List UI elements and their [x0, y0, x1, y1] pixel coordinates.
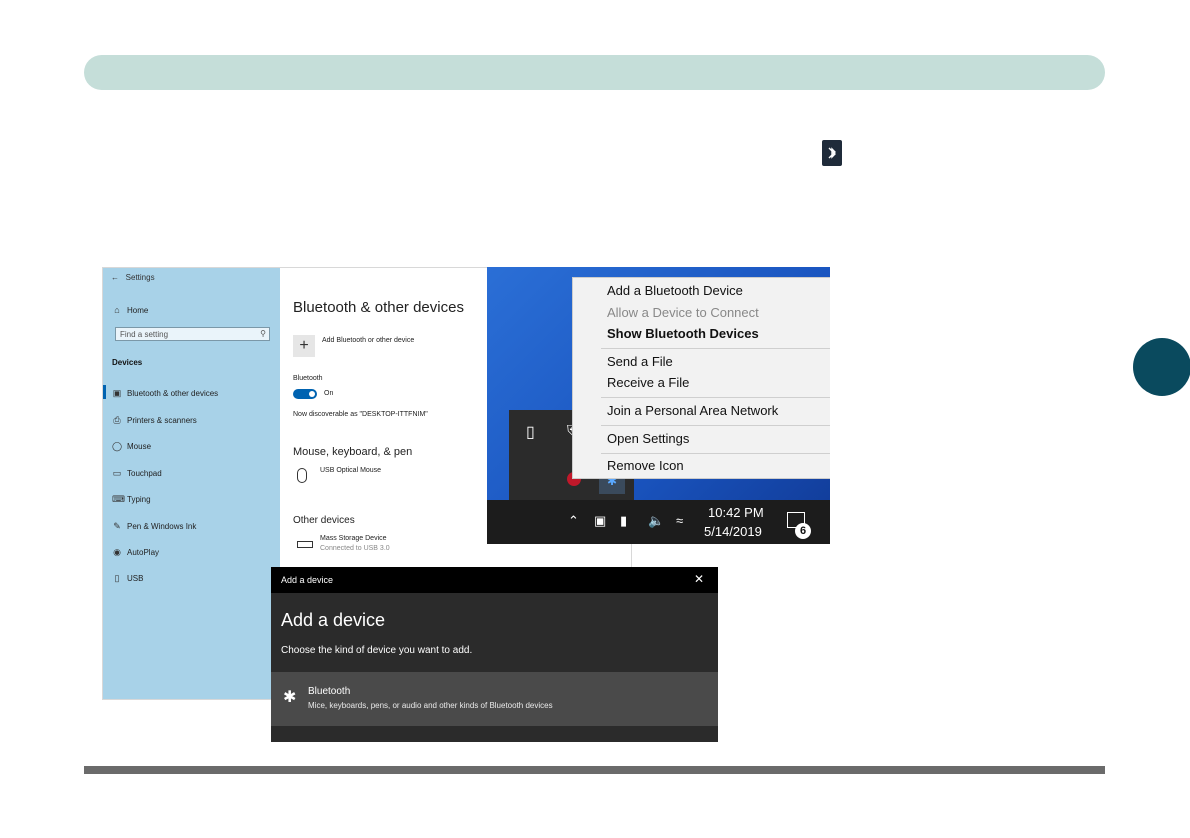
option-description: Mice, keyboards, pens, or audio and othe…	[308, 701, 553, 710]
network-adapter-icon[interactable]: ▣	[594, 513, 606, 529]
bluetooth-context-menu: Add a Bluetooth Device Allow a Device to…	[572, 277, 830, 479]
menu-separator	[601, 453, 830, 454]
mouse-device-name[interactable]: USB Optical Mouse	[320, 467, 381, 474]
printer-icon: ⎙	[113, 415, 121, 425]
dialog-bar-title: Add a device	[281, 575, 334, 585]
keyboard-icon: ⌨	[112, 494, 125, 504]
sidebar-item-label: Home	[127, 305, 149, 315]
sidebar-item-label: Bluetooth & other devices	[127, 389, 219, 398]
bluetooth-toggle[interactable]	[293, 389, 317, 399]
bluetooth-icon	[822, 140, 842, 166]
sidebar-item-label: USB	[127, 574, 144, 583]
menu-item-remove-icon[interactable]: Remove Icon	[607, 458, 684, 473]
settings-window-title: Settings	[125, 273, 155, 282]
sidebar-item-mouse[interactable]: ◯ Mouse	[112, 441, 151, 452]
dialog-title: Add a device	[281, 610, 386, 630]
back-arrow-icon[interactable]: ←	[111, 273, 119, 282]
usb-tray-icon[interactable]: ▯	[526, 422, 535, 442]
add-device-button[interactable]: +	[293, 335, 315, 357]
mouse-section-title: Mouse, keyboard, & pen	[293, 446, 413, 458]
menu-item-receive-file[interactable]: Receive a File	[607, 375, 689, 390]
touchpad-icon: ▭	[112, 468, 122, 478]
storage-device-status: Connected to USB 3.0	[320, 545, 390, 552]
discoverable-text: Now discoverable as "DESKTOP-ITTFNIM"	[293, 411, 428, 418]
sidebar-item-label: Touchpad	[127, 469, 162, 478]
dialog-subtitle: Choose the kind of device you want to ad…	[281, 645, 473, 656]
bluetooth-devices-icon: ▣	[112, 388, 122, 398]
sidebar-item-touchpad[interactable]: ▭ Touchpad	[112, 468, 162, 479]
mouse-device-icon	[297, 468, 307, 483]
clock-time[interactable]: 10:42 PM	[708, 505, 764, 520]
pen-icon: ✎	[113, 521, 121, 531]
taskbar: ⌃ ▣ ▮ 🔈 ≈ 10:42 PM 5/14/2019 6	[487, 500, 830, 544]
page-title: Bluetooth & other devices	[293, 299, 464, 316]
sidebar-item-label: Printers & scanners	[127, 416, 197, 425]
sidebar-item-label: Pen & Windows Ink	[127, 522, 197, 531]
usb-icon: ▯	[114, 573, 120, 583]
storage-device-name[interactable]: Mass Storage Device	[320, 535, 387, 542]
bluetooth-label: Bluetooth	[293, 375, 323, 382]
footer-rule	[84, 766, 1105, 774]
menu-separator	[601, 348, 830, 349]
volume-icon[interactable]: 🔈	[648, 513, 664, 529]
search-placeholder: Find a setting	[120, 330, 169, 339]
autoplay-icon: ◉	[113, 547, 121, 557]
active-item-indicator	[103, 385, 106, 399]
menu-item-show-bluetooth-devices[interactable]: Show Bluetooth Devices	[607, 326, 759, 341]
bluetooth-option[interactable]: ✱ Bluetooth Mice, keyboards, pens, or au…	[271, 672, 718, 726]
sidebar-item-label: AutoPlay	[127, 548, 160, 557]
sidebar-item-bluetooth[interactable]: ▣ Bluetooth & other devices	[112, 388, 218, 399]
add-device-dialog: Add a device ✕ Add a device Choose the k…	[271, 567, 718, 742]
dialog-title-bar: Add a device ✕	[271, 567, 718, 593]
clock-date[interactable]: 5/14/2019	[704, 524, 762, 539]
other-section-title: Other devices	[293, 515, 355, 526]
chevron-up-icon[interactable]: ⌃	[568, 513, 579, 529]
sidebar-item-label: Typing	[127, 495, 151, 504]
chapter-tab	[1133, 338, 1190, 396]
sidebar-item-autoplay[interactable]: ◉ AutoPlay	[112, 547, 159, 558]
search-icon: ⚲	[260, 329, 266, 338]
battery-icon[interactable]: ▮	[620, 513, 627, 529]
close-icon[interactable]: ✕	[694, 572, 704, 586]
settings-title-bar: ← Settings	[111, 273, 155, 282]
bluetooth-icon: ✱	[283, 689, 297, 706]
menu-item-add-bluetooth-device[interactable]: Add a Bluetooth Device	[607, 283, 743, 298]
home-icon: ⌂	[114, 305, 120, 315]
settings-sidebar: ← Settings ⌂ Home Find a setting ⚲ Devic…	[103, 268, 280, 699]
menu-item-allow-device-connect: Allow a Device to Connect	[607, 305, 759, 320]
storage-device-icon	[297, 541, 313, 548]
option-title: Bluetooth	[308, 686, 351, 697]
toggle-state: On	[324, 390, 334, 397]
menu-item-open-settings[interactable]: Open Settings	[607, 431, 689, 446]
page-header-bar	[84, 55, 1105, 90]
search-input[interactable]: Find a setting ⚲	[115, 327, 270, 341]
sidebar-item-pen[interactable]: ✎ Pen & Windows Ink	[112, 521, 196, 532]
wifi-icon[interactable]: ≈	[676, 513, 683, 528]
sidebar-item-printers[interactable]: ⎙ Printers & scanners	[112, 415, 197, 426]
menu-separator	[601, 425, 830, 426]
notification-badge: 6	[795, 523, 811, 539]
sidebar-item-label: Mouse	[127, 442, 152, 451]
sidebar-item-home[interactable]: ⌂ Home	[112, 305, 148, 315]
menu-item-join-pan[interactable]: Join a Personal Area Network	[607, 403, 778, 418]
menu-separator	[601, 397, 830, 398]
sidebar-category: Devices	[112, 358, 143, 367]
sidebar-item-usb[interactable]: ▯ USB	[112, 573, 144, 584]
plus-icon: +	[299, 337, 309, 354]
menu-item-send-file[interactable]: Send a File	[607, 354, 673, 369]
sidebar-item-typing[interactable]: ⌨ Typing	[112, 494, 151, 505]
mouse-icon: ◯	[112, 441, 123, 451]
add-device-label[interactable]: Add Bluetooth or other device	[322, 337, 414, 344]
desktop-taskbar-panel: ▯ ⛨ ✱ Add a Bluetooth Device Allow a Dev…	[487, 267, 830, 544]
